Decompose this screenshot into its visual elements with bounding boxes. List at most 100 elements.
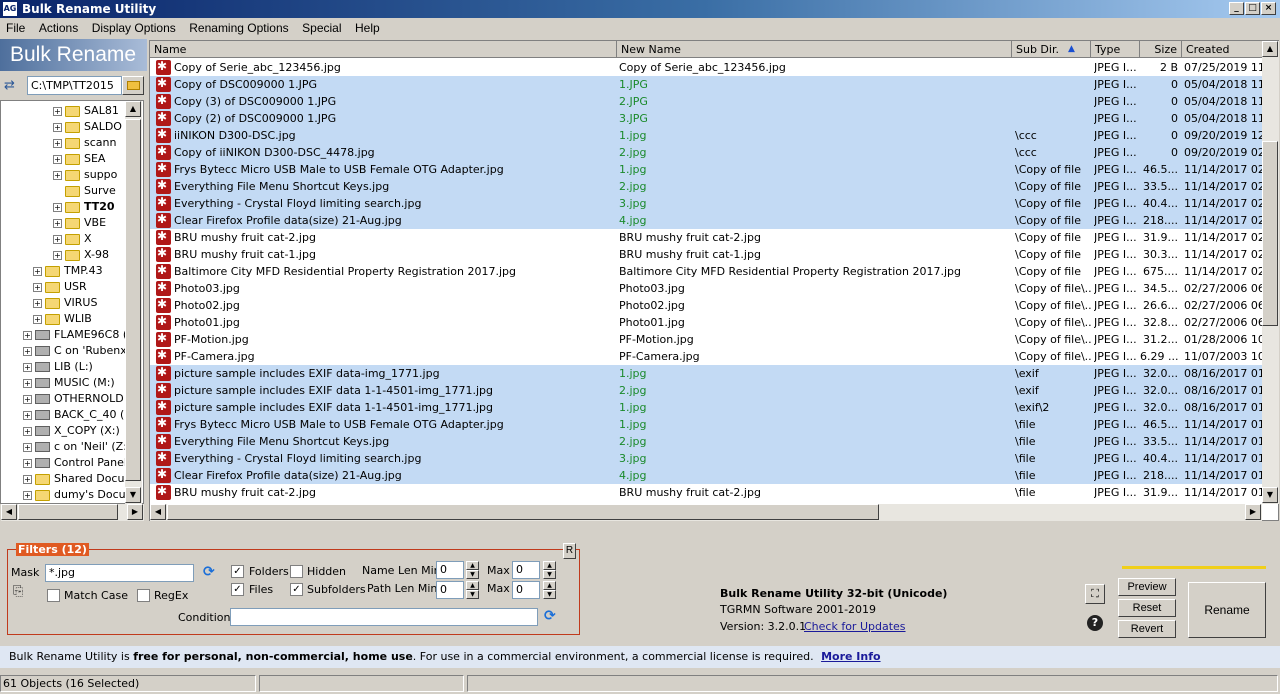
column-size[interactable]: Size [1140,41,1182,58]
subfolders-checkbox[interactable]: ✓ [290,583,303,596]
revert-button[interactable]: Revert [1118,620,1176,638]
path-len-max-spinner[interactable]: ▲ ▼ [543,581,556,599]
scroll-right-icon[interactable]: ▶ [127,504,143,520]
mask-input[interactable]: *.jpg [45,564,194,582]
column-subdir[interactable]: Sub Dir. ▲ [1012,41,1091,58]
menu-actions[interactable]: Actions [39,21,78,35]
tree-vertical-scrollbar[interactable]: ▲ ▼ [125,101,142,504]
expand-icon[interactable]: + [53,122,62,132]
expand-icon[interactable]: + [23,378,32,388]
expand-icon[interactable]: + [53,234,62,244]
expand-icon[interactable]: + [23,426,32,436]
tree-item[interactable]: + suppo [1,167,117,183]
expand-icon[interactable]: + [33,314,42,324]
browse-folder-button[interactable] [122,76,144,95]
tree-item[interactable]: + VIRUS [1,295,97,311]
condition-input[interactable] [230,608,538,626]
file-row[interactable]: Copy of Serie_abc_123456.jpg Copy of Seri… [150,58,1263,76]
menu-help[interactable]: Help [355,21,380,35]
file-row[interactable]: picture sample includes EXIF data 1-1-45… [150,381,1263,399]
file-row[interactable]: Baltimore City MFD Residential Property … [150,262,1263,280]
file-row[interactable]: Clear Firefox Profile data(size) 21-Aug.… [150,211,1263,229]
tree-item[interactable]: + c on 'Neil' (Z:) [1,439,131,455]
file-row[interactable]: Photo03.jpg Photo03.jpg \Copy of file\...J… [150,279,1263,297]
file-row[interactable]: Photo02.jpg Photo02.jpg \Copy of file\...J… [150,296,1263,314]
scroll-left-icon[interactable]: ◀ [150,504,166,520]
tree-item[interactable]: + Shared Docum [1,471,135,487]
tree-item[interactable]: +Surve [1,183,116,199]
name-len-max-input[interactable]: 0 [512,561,540,579]
file-row[interactable]: PF-Motion.jpg PF-Motion.jpg \Copy of file\… [150,330,1263,348]
tree-item[interactable]: + Control Panel [1,455,127,471]
file-row[interactable]: Copy of iiNIKON D300-DSC_4478.jpg 2.jpg \c… [150,143,1263,161]
scroll-right-icon[interactable]: ▶ [1245,504,1261,520]
regex-checkbox[interactable] [137,589,150,602]
refresh-mask-icon[interactable]: ⟳ [203,564,215,580]
tree-item[interactable]: + dumy's Docum [1,487,136,503]
file-row[interactable]: Everything - Crystal Floyd limiting sear… [150,194,1263,212]
expand-icon[interactable]: + [33,298,42,308]
name-len-max-spinner[interactable]: ▲ ▼ [543,561,556,579]
file-row[interactable]: Everything File Menu Shortcut Keys.jpg 2.… [150,432,1263,450]
expand-icon[interactable]: + [33,266,42,276]
path-len-min-input[interactable]: 0 [436,581,464,599]
tree-scroll-thumb[interactable] [125,119,141,481]
column-type[interactable]: Type [1091,41,1140,58]
folders-checkbox[interactable]: ✓ [231,565,244,578]
column-name[interactable]: Name [150,41,617,58]
expand-icon[interactable]: + [53,250,62,260]
file-row[interactable]: BRU mushy fruit cat-2.jpg BRU mushy fruit… [150,228,1263,246]
path-len-max-input[interactable]: 0 [512,581,540,599]
scroll-up-icon[interactable]: ▲ [1262,41,1278,57]
file-row[interactable]: BRU mushy fruit cat-1.jpg BRU mushy fruit… [150,245,1263,263]
expand-icon[interactable]: + [53,170,62,180]
file-row[interactable]: Frys Bytecc Micro USB Male to USB Female… [150,415,1263,433]
expand-icon[interactable]: + [23,442,32,452]
file-list-vertical-scrollbar[interactable]: ▲ ▼ [1262,41,1279,504]
file-row[interactable]: Copy (2) of DSC009000 1.JPG 3.JPG JPEG I..… [150,109,1263,127]
menu-special[interactable]: Special [302,21,341,35]
file-row[interactable]: Clear Firefox Profile data(size) 21-Aug.… [150,466,1263,484]
file-list-scroll-thumb[interactable] [1262,141,1278,326]
file-row[interactable]: Photo01.jpg Photo01.jpg \Copy of file\...J… [150,313,1263,331]
column-new-name[interactable]: New Name [617,41,1012,58]
menu-display-options[interactable]: Display Options [92,21,176,35]
menu-renaming-options[interactable]: Renaming Options [189,21,288,35]
expand-icon[interactable]: + [53,202,62,212]
reset-button[interactable]: Reset [1118,599,1176,617]
tree-item[interactable]: + SALDO [1,119,122,135]
tree-item[interactable]: + scann [1,135,116,151]
expand-icon[interactable]: + [23,330,32,340]
expand-icon[interactable]: + [33,282,42,292]
help-icon[interactable]: ? [1087,615,1103,631]
scroll-down-icon[interactable]: ▼ [125,487,141,503]
name-len-min-input[interactable]: 0 [436,561,464,579]
rename-button[interactable]: Rename [1188,582,1266,638]
fullscreen-icon[interactable]: ⛶ [1085,584,1105,604]
expand-icon[interactable]: + [23,394,32,404]
expand-icon[interactable]: + [23,346,32,356]
file-row[interactable]: picture sample includes EXIF data 1-1-45… [150,398,1263,416]
refresh-condition-icon[interactable]: ⟳ [544,608,556,624]
tree-item[interactable]: + VBE [1,215,106,231]
expand-icon[interactable]: + [53,138,62,148]
scroll-up-icon[interactable]: ▲ [125,101,141,117]
file-list-horizontal-scrollbar[interactable]: ◀ ▶ [150,504,1262,521]
file-row[interactable]: Everything File Menu Shortcut Keys.jpg 2.… [150,177,1263,195]
file-row[interactable]: Everything - Crystal Floyd limiting sear… [150,449,1263,467]
file-list-hscroll-thumb[interactable] [167,504,879,520]
name-len-min-spinner[interactable]: ▲ ▼ [466,561,479,579]
file-row[interactable]: Copy of DSC009000 1.JPG 1.JPG JPEG I... 0 05… [150,75,1263,93]
filters-r-button[interactable]: R [563,543,576,559]
expand-icon[interactable]: + [23,362,32,372]
filter-dropdown-icon[interactable]: ⎘ [13,584,23,599]
expand-icon[interactable]: + [53,106,62,116]
files-checkbox[interactable]: ✓ [231,583,244,596]
folder-tree[interactable]: +SAL81+SALDO+scann+SEA+suppo+Surve+TT20+… [0,100,144,504]
path-len-min-spinner[interactable]: ▲ ▼ [466,581,479,599]
tree-item[interactable]: + C on 'Rubenxp [1,343,134,359]
expand-icon[interactable]: + [53,218,62,228]
tree-item[interactable]: + TT20 [1,199,115,215]
more-info-link[interactable]: More Info [821,650,881,663]
file-list[interactable]: Name New Name Sub Dir. ▲ Type Size Create… [149,40,1279,521]
